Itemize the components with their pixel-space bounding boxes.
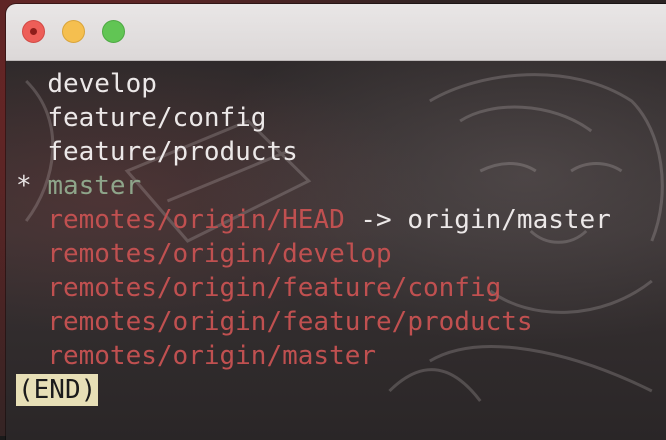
pager-end-indicator: (END) xyxy=(16,374,99,406)
remote-branch-name: remotes/origin/HEAD xyxy=(47,205,345,235)
local-branch-name: feature/products xyxy=(47,137,298,167)
head-pointer: -> origin/master xyxy=(344,205,611,235)
terminal-window: develop feature/config feature/products *… xyxy=(6,4,666,440)
branch-indent xyxy=(16,205,47,235)
local-branch-name: feature/config xyxy=(47,103,267,133)
branch-indent xyxy=(16,341,47,371)
remote-branch-name: remotes/origin/develop xyxy=(47,239,392,269)
remote-branch-name: remotes/origin/master xyxy=(47,341,377,371)
branch-indent xyxy=(16,103,47,133)
remote-branch-name: remotes/origin/feature/config xyxy=(47,273,502,303)
branch-line: remotes/origin/develop xyxy=(16,237,611,271)
title-bar[interactable] xyxy=(6,4,666,61)
branch-line: feature/products xyxy=(16,135,611,169)
branch-line: feature/config xyxy=(16,101,611,135)
branch-indent xyxy=(16,137,47,167)
branch-indent xyxy=(16,273,47,303)
current-branch-marker: * xyxy=(16,171,48,201)
close-button[interactable] xyxy=(22,20,45,43)
branch-line: remotes/origin/feature/products xyxy=(16,305,611,339)
branch-indent xyxy=(16,239,47,269)
current-branch-name: master xyxy=(47,171,142,201)
pager-line: (END) xyxy=(16,373,611,407)
remote-branch-name: remotes/origin/feature/products xyxy=(47,307,533,337)
terminal-output-area[interactable]: develop feature/config feature/products *… xyxy=(6,61,666,440)
branch-line: remotes/origin/master xyxy=(16,339,611,373)
branch-line: remotes/origin/HEAD -> origin/master xyxy=(16,203,611,237)
branch-indent xyxy=(16,69,47,99)
branch-indent xyxy=(16,307,47,337)
local-branch-name: develop xyxy=(47,69,157,99)
branch-line: develop xyxy=(16,67,611,101)
minimize-button[interactable] xyxy=(62,20,85,43)
branch-line: remotes/origin/feature/config xyxy=(16,271,611,305)
branch-line: * master xyxy=(16,169,611,203)
branch-list: develop feature/config feature/products *… xyxy=(16,67,611,407)
maximize-button[interactable] xyxy=(102,20,125,43)
